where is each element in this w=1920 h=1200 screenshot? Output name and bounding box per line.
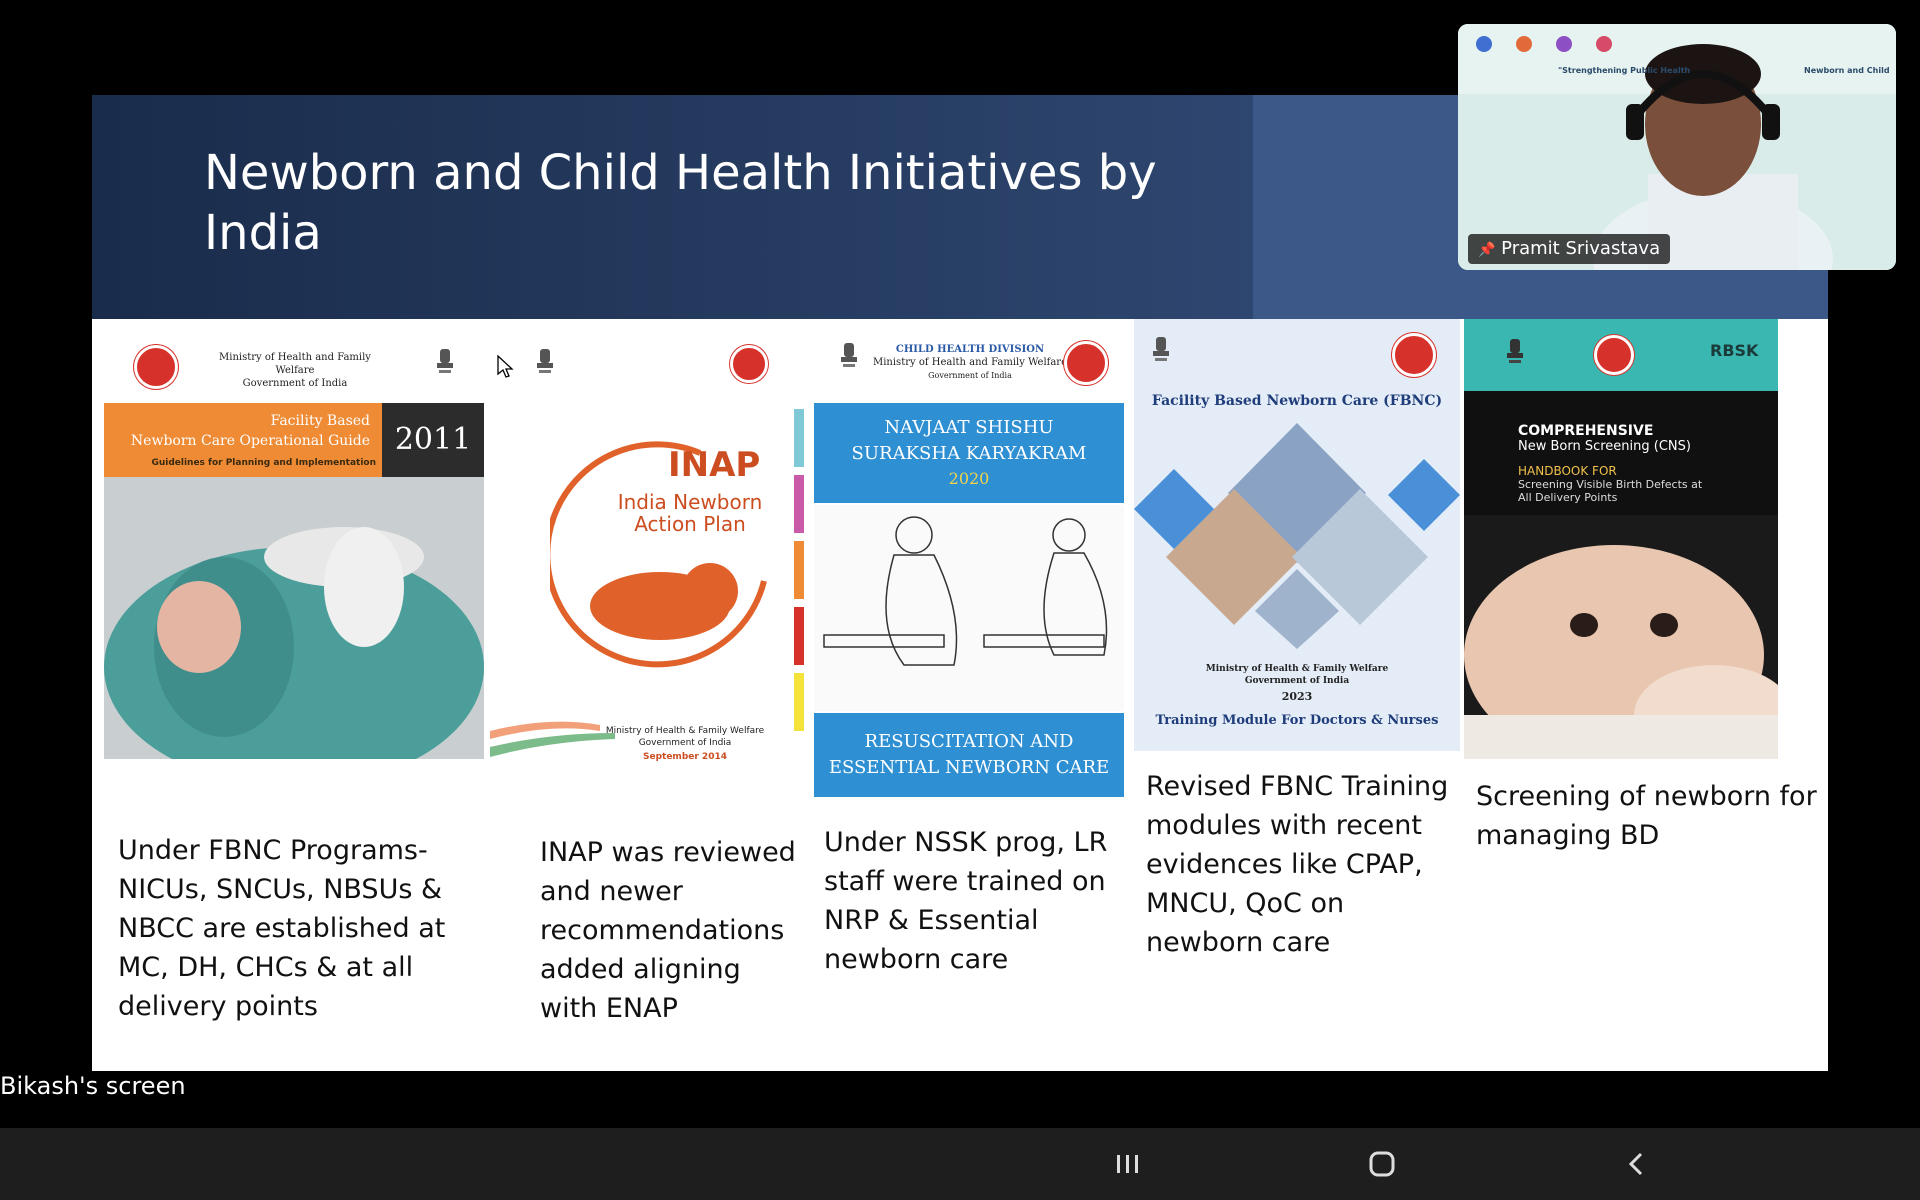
participant-name-tag: 📌 Pramit Srivastava — [1468, 234, 1671, 264]
home-icon — [1369, 1151, 1395, 1177]
video-banner-text: "Strengthening Public Health — [1558, 66, 1691, 75]
cover-3-masthead: CHILD HEALTH DIVISION Ministry of Health… — [814, 331, 1124, 403]
initiative-cards: Ministry of Health and Family Welfare Go… — [92, 319, 1828, 1071]
cover-2-ministry: Ministry of Health & Family Welfare — [605, 726, 765, 736]
nhm-logo-icon — [730, 345, 768, 383]
card-nssk: CHILD HEALTH DIVISION Ministry of Health… — [794, 319, 1134, 1071]
cover-3-title-line1: NAVJAAT SHISHU — [884, 417, 1054, 438]
screen-share-label: Bikash's screen — [0, 1072, 186, 1100]
pin-icon: 📌 — [1478, 242, 1496, 258]
cover-3-government: Government of India — [928, 371, 1012, 380]
card-3-caption: Under NSSK prog, LR staff were trained o… — [824, 827, 1108, 975]
participant-name: Pramit Srivastava — [1501, 238, 1661, 259]
cover-2-government: Government of India — [638, 738, 732, 748]
newborn-photo-icon — [104, 477, 484, 759]
national-emblem-icon — [437, 349, 453, 373]
back-button[interactable] — [1596, 1128, 1676, 1200]
system-navigation-bar — [0, 1128, 1920, 1200]
cover-5: RBSK COMPREHENSIVE New Born Screening (C… — [1464, 319, 1778, 759]
participant-video-tile[interactable]: "Strengthening Public Health Newborn and… — [1458, 24, 1896, 270]
fbnc-diamond-collage-icon — [1134, 423, 1460, 649]
cover-1-year: 2011 — [382, 403, 484, 477]
cover-5-title-line2: New Born Screening (CNS) — [1518, 439, 1691, 454]
cover-1-subtitle: Guidelines for Planning and Implementati… — [151, 458, 376, 468]
slide-title: Newborn and Child Health Initiatives by … — [204, 145, 1157, 261]
cover-2-name-line2: Action Plan — [634, 512, 746, 536]
card-fbnc-guide: Ministry of Health and Family Welfare Go… — [92, 319, 484, 1071]
card-5-caption: Screening of newborn for managing BD — [1476, 781, 1817, 851]
cover-2-name-line1: India Newborn — [617, 490, 763, 514]
cover-1-title-band: Facility Based Newborn Care Operational … — [104, 403, 382, 477]
cover-4-module: Training Module For Doctors & Nurses — [1155, 713, 1439, 728]
card-fbnc-2023: Facility Based Newborn Care (FBNC) Minis… — [1134, 319, 1464, 1071]
cover-3-body: NAVJAAT SHISHU SURAKSHA KARYAKRAM 2020 R… — [814, 403, 1124, 797]
cover-4-title: Facility Based Newborn Care (FBNC) — [1151, 393, 1443, 409]
baby-face-photo-icon — [1464, 515, 1778, 759]
national-emblem-icon — [1507, 339, 1523, 363]
recent-apps-button[interactable] — [1088, 1128, 1168, 1200]
recent-apps-icon — [1117, 1155, 1138, 1173]
cover-5-brand: RBSK — [1710, 341, 1759, 360]
card-inap: INAP India Newborn Action Plan Ministry … — [484, 319, 802, 1071]
cover-3-ministry: Ministry of Health and Family Welfare — [872, 357, 1068, 368]
cover-3-bottom-block: RESUSCITATION AND ESSENTIAL NEWBORN CARE — [814, 713, 1124, 797]
cover-5-teal-band: RBSK — [1464, 319, 1778, 391]
nhm-logo-icon — [1392, 333, 1436, 377]
card-4-caption: Revised FBNC Training modules with recen… — [1146, 771, 1449, 958]
cover-5-handbook: HANDBOOK FOR — [1518, 464, 1617, 478]
cover-5-sub-line1: Screening Visible Birth Defects at — [1518, 478, 1703, 491]
cover-5-sub-line2: All Delivery Points — [1518, 491, 1618, 504]
cover-3-division: CHILD HEALTH DIVISION — [895, 344, 1045, 355]
home-button[interactable] — [1342, 1128, 1422, 1200]
cover-2: INAP India Newborn Action Plan Ministry … — [490, 331, 786, 771]
cover-4-year: 2023 — [1281, 690, 1313, 703]
resuscitation-illustration-icon — [814, 505, 1124, 711]
nhm-logo-icon — [1064, 341, 1108, 385]
cover-3-year: 2020 — [948, 469, 990, 488]
cover-1-title-line2: Newborn Care Operational Guide — [130, 433, 370, 449]
cover-4-government: Government of India — [1244, 676, 1350, 686]
video-banner-right: Newborn and Child — [1804, 66, 1890, 75]
cover-3-bottom-line1: RESUSCITATION AND — [864, 731, 1074, 752]
national-emblem-icon — [841, 343, 857, 367]
cover-4-ministry: Ministry of Health & Family Welfare — [1205, 664, 1389, 674]
cover-3-title-block: NAVJAAT SHISHU SURAKSHA KARYAKRAM 2020 — [814, 403, 1124, 503]
cover-2-acronym: INAP — [668, 445, 761, 485]
national-emblem-icon — [537, 349, 553, 373]
card-cns: RBSK COMPREHENSIVE New Born Screening (C… — [1464, 319, 1828, 1071]
cover-1-image: Facility Based Newborn Care Operational … — [104, 403, 484, 759]
cover-1-ministry: Ministry of Health and Family Welfare — [219, 352, 371, 376]
cover-2-date: September 2014 — [643, 752, 727, 762]
cover-1-masthead: Ministry of Health and Family Welfare Go… — [104, 331, 484, 401]
cover-4: Facility Based Newborn Care (FBNC) Minis… — [1134, 319, 1460, 751]
nrhm-logo-icon — [134, 345, 178, 389]
card-1-caption: Under FBNC Programs- NICUs, SNCUs, NBSUs… — [118, 835, 446, 1022]
national-emblem-icon — [1153, 337, 1169, 361]
cover-3-bottom-line2: ESSENTIAL NEWBORN CARE — [828, 757, 1110, 778]
cover-1-government: Government of India — [242, 378, 348, 389]
color-strip — [794, 409, 804, 731]
back-icon — [1628, 1152, 1643, 1176]
mouse-cursor-icon — [497, 355, 514, 378]
nhm-logo-icon — [1594, 335, 1634, 375]
cover-3-title-line2: SURAKSHA KARYAKRAM — [851, 443, 1087, 464]
card-2-caption: INAP was reviewed and newer recommendati… — [540, 837, 796, 1024]
cover-5-title-line1: COMPREHENSIVE — [1518, 423, 1654, 439]
cover-1-title-line1: Facility Based — [270, 413, 370, 429]
